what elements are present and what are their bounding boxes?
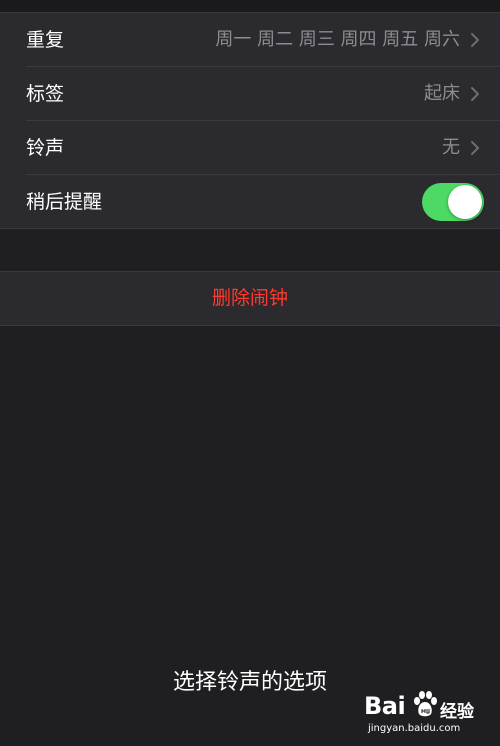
- delete-group: 删除闹钟: [0, 271, 500, 326]
- repeat-row[interactable]: 重复 周一 周二 周三 周四 周五 周六: [0, 13, 500, 67]
- tag-row[interactable]: 标签 起床: [0, 67, 500, 121]
- repeat-label: 重复: [26, 29, 65, 51]
- delete-alarm-button[interactable]: 删除闹钟: [0, 272, 500, 325]
- alarm-settings-group: 重复 周一 周二 周三 周四 周五 周六 标签 起床 铃声 无 稍后提醒: [0, 12, 500, 229]
- watermark-jingyan: 经验: [440, 702, 474, 722]
- snooze-toggle[interactable]: [422, 183, 484, 221]
- toggle-knob: [448, 185, 482, 219]
- ringtone-row[interactable]: 铃声 无: [0, 121, 500, 175]
- tag-value: 起床: [424, 83, 460, 104]
- repeat-value: 周一 周二 周三 周四 周五 周六: [215, 29, 460, 50]
- baidu-jingyan-watermark: Bai 经验 jingyan.baidu.com: [364, 690, 490, 740]
- baidu-paw-icon: [414, 691, 437, 717]
- alarm-edit-screen: 重复 周一 周二 周三 周四 周五 周六 标签 起床 铃声 无 稍后提醒 删除闹…: [0, 0, 500, 746]
- watermark-domain: jingyan.baidu.com: [368, 723, 461, 734]
- chevron-right-icon: [471, 33, 479, 47]
- snooze-label: 稍后提醒: [26, 191, 103, 213]
- ringtone-label: 铃声: [26, 137, 65, 159]
- watermark-brand: Bai: [364, 692, 406, 720]
- top-strip: [0, 0, 500, 12]
- tag-label: 标签: [26, 83, 65, 105]
- chevron-right-icon: [471, 141, 479, 155]
- ringtone-value: 无: [442, 137, 460, 158]
- chevron-right-icon: [471, 87, 479, 101]
- snooze-row: 稍后提醒: [0, 175, 500, 229]
